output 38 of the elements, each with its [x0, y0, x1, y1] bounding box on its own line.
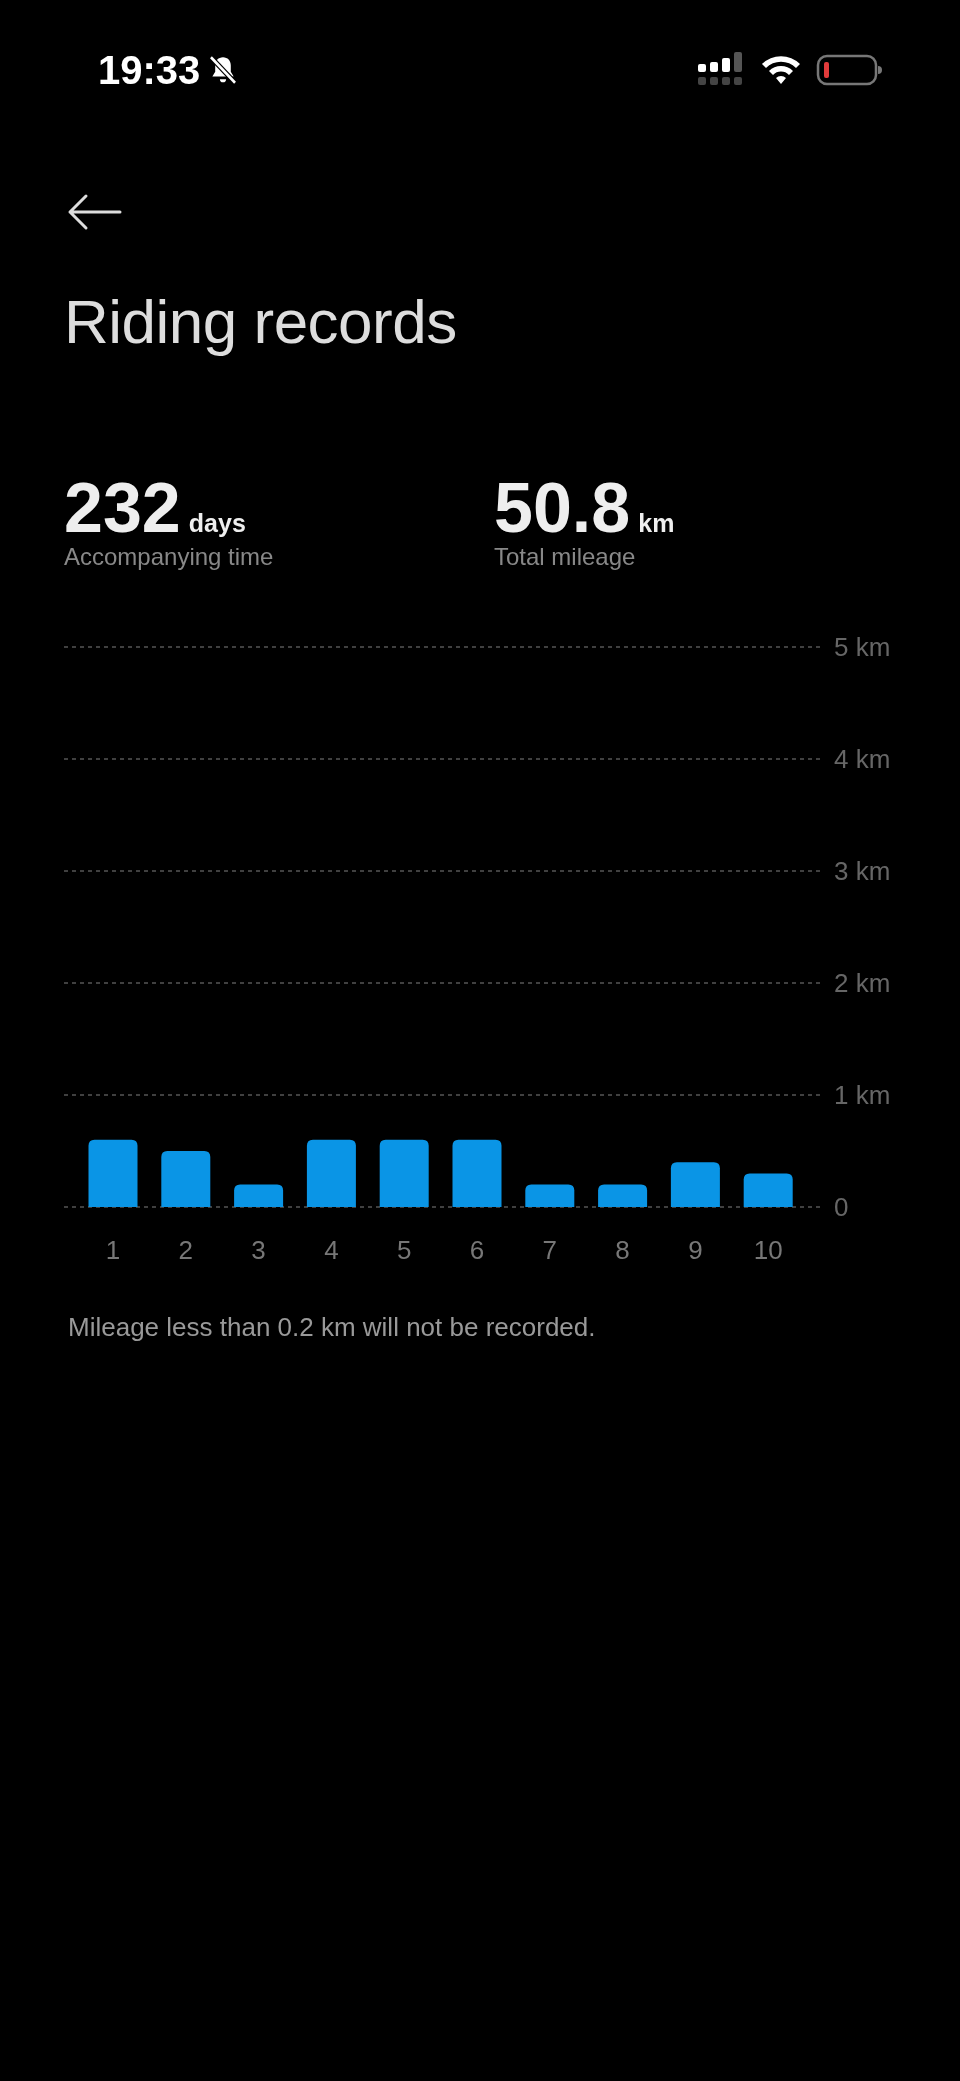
x-axis-label: 4 [324, 1235, 339, 1265]
footnote: Mileage less than 0.2 km will not be recorded. [68, 1312, 597, 1343]
stat-value: 232 [64, 473, 181, 543]
y-axis-label: 0 [834, 1192, 849, 1222]
stat-label: Accompanying time [64, 543, 275, 571]
x-axis-label: 6 [469, 1235, 485, 1265]
bar [743, 1173, 793, 1207]
x-axis-label: 9 [688, 1235, 703, 1265]
y-axis-label: 5 km [834, 632, 891, 662]
battery-icon [816, 54, 882, 86]
y-axis-label: 3 km [834, 856, 891, 886]
bar [452, 1139, 502, 1207]
stat-value: 50.8 [494, 473, 631, 543]
x-axis-label: 8 [615, 1235, 630, 1265]
bar [598, 1184, 648, 1207]
stat-unit: days [188, 509, 246, 538]
x-axis-label: 3 [251, 1235, 266, 1265]
y-axis-label: 1 km [834, 1080, 891, 1110]
x-axis-label: 5 [396, 1235, 412, 1265]
bar [306, 1139, 356, 1207]
stat-unit: km [638, 509, 675, 538]
stat-label: Total mileage [494, 543, 637, 571]
x-axis-label: 2 [178, 1235, 194, 1265]
wifi-icon [760, 54, 802, 86]
bar [161, 1151, 211, 1207]
page-title: Riding records [64, 286, 458, 357]
bar [525, 1184, 575, 1207]
bar [234, 1184, 284, 1207]
bar [670, 1162, 720, 1207]
x-axis-label: 1 [105, 1235, 121, 1265]
x-axis-label: 10 [753, 1235, 783, 1265]
x-axis-label: 7 [542, 1235, 558, 1265]
back-arrow-icon [66, 192, 122, 232]
bar [379, 1139, 429, 1207]
bar [88, 1139, 138, 1207]
y-axis-label: 4 km [834, 744, 891, 774]
status-time: 19:33 [98, 47, 201, 93]
y-axis-label: 2 km [834, 968, 891, 998]
